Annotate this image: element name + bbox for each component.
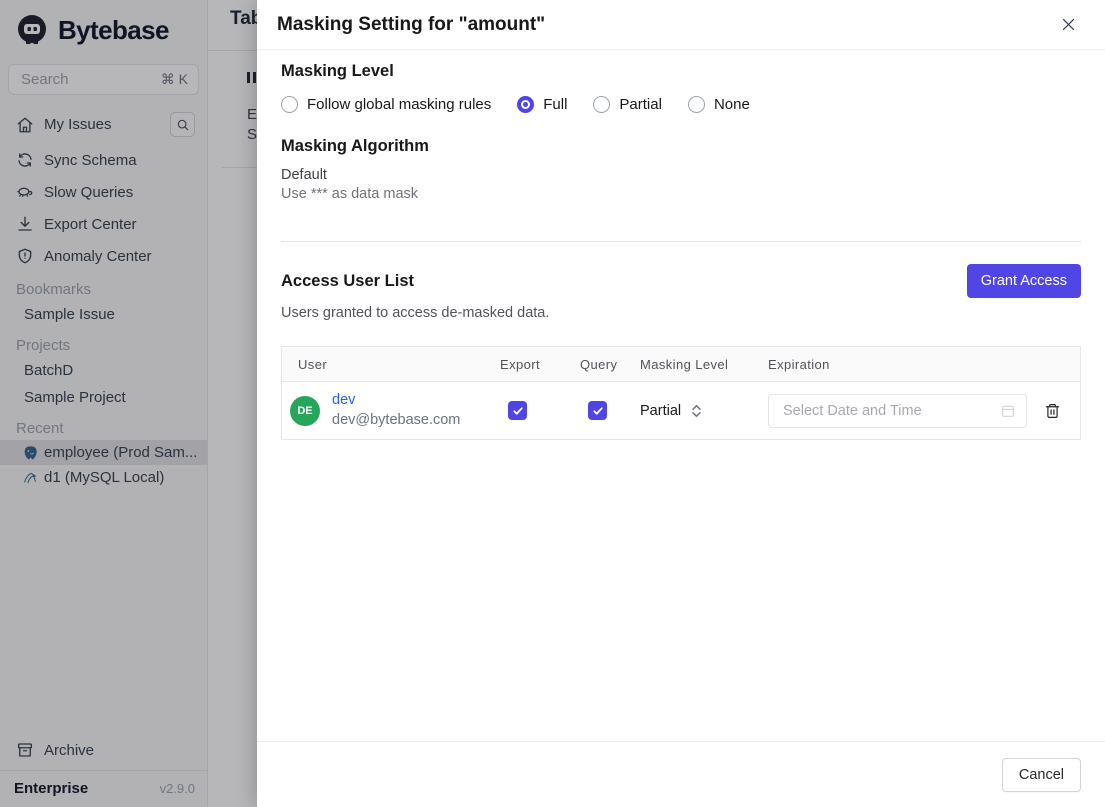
radio-partial[interactable]: Partial xyxy=(593,96,662,113)
masking-algorithm-heading: Masking Algorithm xyxy=(281,137,429,155)
column-query: Query xyxy=(580,356,618,372)
user-email: dev@bytebase.com xyxy=(332,411,461,428)
dialog-body: Masking Level Follow global masking rule… xyxy=(257,50,1105,741)
export-cell xyxy=(500,401,580,420)
radio-label: Follow global masking rules xyxy=(307,96,492,113)
radio-icon[interactable] xyxy=(687,96,705,113)
grant-access-button[interactable]: Grant Access xyxy=(966,264,1081,298)
app-root: Bytebase ⌘ K My Issues Sync Schema Slow … xyxy=(0,0,1105,807)
avatar: DE xyxy=(290,395,320,426)
close-icon[interactable] xyxy=(1058,14,1079,35)
access-user-list-heading: Access User List xyxy=(281,271,414,290)
expiration-date-picker[interactable] xyxy=(768,393,1027,428)
query-cell xyxy=(580,401,640,420)
user-name-link[interactable]: dev xyxy=(332,391,460,411)
algorithm-name: Default xyxy=(281,167,327,183)
calendar-icon xyxy=(1000,403,1016,419)
masking-level-value: Partial xyxy=(640,402,682,419)
dialog-header: Masking Setting for "amount" xyxy=(257,0,1105,50)
column-expiration: Expiration xyxy=(768,356,830,372)
algorithm-description: Use *** as data mask xyxy=(281,186,419,202)
expiration-date-input[interactable] xyxy=(781,401,1000,420)
query-checkbox[interactable] xyxy=(588,401,607,420)
masking-level-select[interactable]: Partial xyxy=(640,403,768,419)
radio-icon[interactable] xyxy=(593,96,611,113)
dialog-footer: Cancel xyxy=(257,741,1105,807)
export-checkbox[interactable] xyxy=(508,401,527,420)
column-export: Export xyxy=(500,356,540,372)
table-header-row: User Export Query Masking Level Expirati… xyxy=(282,347,1080,382)
user-cell: DE dev dev@bytebase.com xyxy=(282,385,500,436)
radio-label: None xyxy=(713,96,750,113)
expiration-cell xyxy=(768,393,1081,428)
radio-none[interactable]: None xyxy=(687,96,750,113)
cancel-button[interactable]: Cancel xyxy=(1001,757,1081,792)
masking-level-heading: Masking Level xyxy=(281,62,394,80)
masking-setting-dialog: Masking Setting for "amount" Masking Lev… xyxy=(257,0,1105,807)
chevron-updown-icon xyxy=(691,404,702,418)
radio-icon[interactable] xyxy=(517,96,535,113)
radio-follow-global-rules[interactable]: Follow global masking rules xyxy=(281,96,491,113)
column-masking-level: Masking Level xyxy=(640,356,729,372)
radio-label: Full xyxy=(543,96,568,113)
radio-full[interactable]: Full xyxy=(517,96,567,113)
section-divider xyxy=(281,241,1081,242)
access-user-list-subtitle: Users granted to access de-masked data. xyxy=(281,305,550,321)
table-row: DE dev dev@bytebase.com Partial Select D… xyxy=(282,382,1080,439)
column-user: User xyxy=(298,356,328,372)
masking-level-radio-group: Follow global masking rules Full Partial… xyxy=(281,96,1081,113)
dialog-title: Masking Setting for "amount" xyxy=(277,13,546,35)
trash-icon[interactable] xyxy=(1044,402,1061,420)
access-user-table: User Export Query Masking Level Expirati… xyxy=(281,346,1081,440)
access-user-list-header: Access User List Grant Access xyxy=(281,264,1081,298)
radio-label: Partial xyxy=(619,96,662,113)
radio-icon[interactable] xyxy=(281,96,298,113)
